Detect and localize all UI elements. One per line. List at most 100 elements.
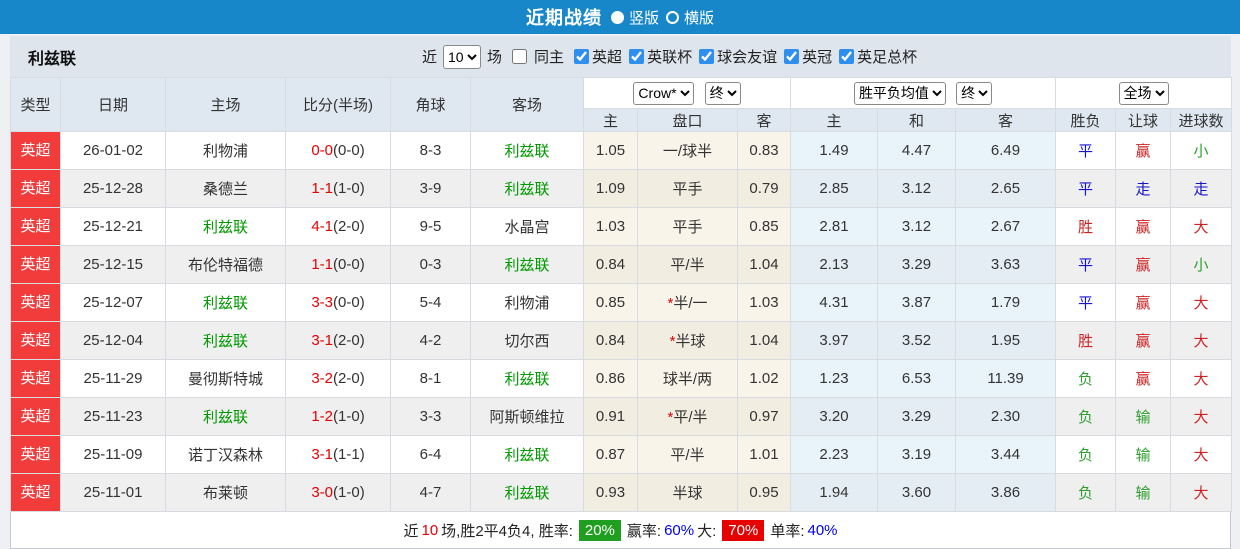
home-team[interactable]: 利物浦 xyxy=(165,131,286,170)
odds-home-value: 0.85 xyxy=(583,283,638,322)
col-header-odds-away: 客 xyxy=(736,108,792,132)
avg-home-odds: 2.13 xyxy=(790,245,879,284)
competition-checkbox-premier-league[interactable] xyxy=(574,49,590,64)
avg-away-odds: 1.95 xyxy=(955,321,1057,360)
handicap-text: 半/一 xyxy=(673,295,708,312)
title-bar: 近期战绩 竖版 横版 xyxy=(0,0,1240,34)
scope-select[interactable]: 全场 xyxy=(1118,81,1169,105)
competition-checkbox-club-friendly[interactable] xyxy=(699,49,715,64)
odds-away-value: 1.04 xyxy=(736,245,792,284)
away-team[interactable]: 水晶宫 xyxy=(470,207,584,246)
avg-draw-odds: 3.12 xyxy=(877,207,957,246)
halftime-score: 1-1 xyxy=(333,446,365,463)
away-team[interactable]: 切尔西 xyxy=(470,321,584,360)
handicap-text: 平手 xyxy=(672,219,703,236)
odds-home-value: 1.09 xyxy=(583,169,638,208)
home-team[interactable]: 利兹联 xyxy=(165,283,286,322)
league-badge[interactable]: 英超 xyxy=(11,398,60,435)
halftime-score: 0-0 xyxy=(333,294,365,311)
handicap-win-pct: 60% xyxy=(664,521,695,539)
avg-draw-odds: 3.60 xyxy=(877,473,957,512)
league-badge[interactable]: 英超 xyxy=(11,170,60,207)
home-team[interactable]: 桑德兰 xyxy=(165,169,286,208)
avg-draw-odds: 4.47 xyxy=(877,131,957,170)
home-team[interactable]: 布伦特福德 xyxy=(165,245,286,284)
avg-odds-select[interactable]: 胜平负均值 xyxy=(853,81,946,105)
handicap-text: 平/半 xyxy=(670,447,705,464)
away-team[interactable]: 利兹联 xyxy=(470,473,584,512)
odds-source-select[interactable]: Crow* xyxy=(633,81,695,105)
avg-away-odds: 3.63 xyxy=(955,245,1057,284)
match-row: 英超 25-12-15 布伦特福德 1-10-0 0-3 利兹联 0.84 平/… xyxy=(10,245,1233,284)
competition-label-championship: 英冠 xyxy=(802,49,833,66)
league-badge[interactable]: 英超 xyxy=(11,208,60,245)
avg-away-odds: 2.65 xyxy=(955,169,1057,208)
radio-horizontal-icon[interactable] xyxy=(666,10,679,24)
away-team[interactable]: 利兹联 xyxy=(470,131,584,170)
odds-away-value: 1.02 xyxy=(736,359,792,398)
league-badge[interactable]: 英超 xyxy=(11,360,60,397)
league-badge[interactable]: 英超 xyxy=(11,132,60,169)
match-row: 英超 25-12-07 利兹联 3-30-0 5-4 利物浦 0.85 *半/一… xyxy=(10,283,1233,322)
layout-option-vertical[interactable]: 竖版 xyxy=(610,7,659,28)
halftime-score: 1-0 xyxy=(333,408,365,425)
league-badge[interactable]: 英超 xyxy=(11,246,60,283)
same-home-checkbox[interactable] xyxy=(512,49,528,64)
away-team[interactable]: 利兹联 xyxy=(470,435,584,474)
handicap-text: 一/球半 xyxy=(662,143,713,160)
league-type-cell: 英超 xyxy=(10,397,61,436)
score-cell: 1-11-0 xyxy=(285,169,391,208)
home-team[interactable]: 利兹联 xyxy=(165,397,286,436)
league-badge[interactable]: 英超 xyxy=(11,436,60,473)
home-team[interactable]: 曼彻斯特城 xyxy=(165,359,286,398)
home-team[interactable]: 诺丁汉森林 xyxy=(165,435,286,474)
competition-checkbox-league-cup[interactable] xyxy=(629,49,645,64)
single-pct: 40% xyxy=(807,521,838,539)
fulltime-score: 3-3 xyxy=(311,294,333,311)
away-team[interactable]: 阿斯顿维拉 xyxy=(470,397,584,436)
league-type-cell: 英超 xyxy=(10,245,61,284)
odds-home-value: 0.84 xyxy=(583,321,638,360)
away-team[interactable]: 利兹联 xyxy=(470,169,584,208)
league-badge[interactable]: 英超 xyxy=(11,322,60,359)
away-team[interactable]: 利兹联 xyxy=(470,245,584,284)
radio-vertical-icon[interactable] xyxy=(610,10,624,24)
handicap-text: 平/半 xyxy=(670,257,705,274)
match-row: 英超 26-01-02 利物浦 0-00-0 8-3 利兹联 1.05 一/球半… xyxy=(10,131,1233,170)
avg-home-odds: 2.81 xyxy=(790,207,879,246)
odds-home-value: 0.84 xyxy=(583,245,638,284)
odds-away-value: 1.01 xyxy=(736,435,792,474)
score-cell: 3-11-1 xyxy=(285,435,391,474)
score-cell: 1-21-0 xyxy=(285,397,391,436)
avg-time-select[interactable]: 终 xyxy=(956,81,993,105)
match-date: 25-12-21 xyxy=(60,207,166,246)
home-team[interactable]: 利兹联 xyxy=(165,207,286,246)
layout-option-horizontal[interactable]: 横版 xyxy=(666,7,714,28)
odds-source-group: Crow* 终 xyxy=(582,77,792,109)
league-badge[interactable]: 英超 xyxy=(11,474,60,511)
away-team[interactable]: 利物浦 xyxy=(470,283,584,322)
score-cell: 3-30-0 xyxy=(285,283,391,322)
result-wdl: 负 xyxy=(1055,473,1117,512)
league-badge[interactable]: 英超 xyxy=(11,284,60,321)
result-goals: 小 xyxy=(1170,131,1233,170)
home-team[interactable]: 布莱顿 xyxy=(165,473,286,512)
corner-score: 8-1 xyxy=(390,359,471,398)
home-team[interactable]: 利兹联 xyxy=(165,321,286,360)
competition-checkbox-fa-cup[interactable] xyxy=(839,49,855,64)
col-header-score: 比分(半场) xyxy=(285,77,391,132)
competition-checkbox-championship[interactable] xyxy=(784,49,800,64)
fulltime-score: 3-1 xyxy=(311,332,333,349)
matches-label: 场 xyxy=(487,49,503,66)
odds-away-value: 0.79 xyxy=(736,169,792,208)
handicap-line: 一/球半 xyxy=(637,131,738,170)
col-header-avg-home: 主 xyxy=(790,108,879,132)
col-header-handicap: 盘口 xyxy=(637,108,738,132)
odds-time-select[interactable]: 终 xyxy=(704,81,741,105)
summary-recent-count: 10 xyxy=(421,521,439,539)
recent-count-select[interactable]: 10 xyxy=(443,44,482,69)
away-team[interactable]: 利兹联 xyxy=(470,359,584,398)
handicap-text: 球半/两 xyxy=(662,371,713,388)
avg-draw-odds: 3.52 xyxy=(877,321,957,360)
match-row: 英超 25-12-28 桑德兰 1-11-0 3-9 利兹联 1.09 平手 0… xyxy=(10,169,1233,208)
